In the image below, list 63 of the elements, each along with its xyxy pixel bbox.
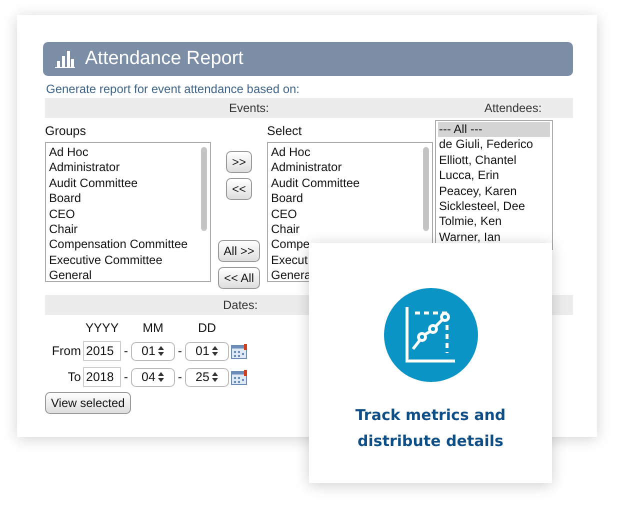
groups-label: Groups	[45, 124, 86, 138]
bar-chart-icon	[55, 50, 75, 68]
spinner-icon[interactable]	[212, 346, 218, 356]
list-item[interactable]: Chair	[49, 222, 78, 238]
list-item[interactable]: Ad Hoc	[271, 145, 310, 160]
column-heading: DD	[196, 321, 218, 335]
list-item[interactable]: Audit Committee	[271, 176, 360, 192]
list-item[interactable]: Administrator	[271, 160, 342, 176]
list-item[interactable]: CEO	[49, 206, 76, 222]
list-item[interactable]: Execut	[271, 252, 308, 268]
transfer-button[interactable]: >>	[226, 151, 252, 173]
spinner-icon[interactable]	[212, 372, 218, 382]
month-select[interactable]: 04	[131, 368, 175, 386]
year-field[interactable]: 2015	[83, 341, 121, 361]
events-label: Events:	[228, 101, 270, 115]
list-item[interactable]: Ad Hoc	[49, 145, 88, 160]
calendar-icon[interactable]	[231, 344, 248, 358]
attendee-item[interactable]: Sicklesteel, Dee	[438, 199, 550, 214]
transfer-button[interactable]: << All	[218, 267, 260, 289]
promo-text: Track metrics and distribute details	[354, 405, 507, 452]
dash: -	[122, 344, 130, 358]
view-selected-button[interactable]: View selected	[45, 392, 131, 414]
select-label: Select	[267, 124, 302, 138]
attendee-item[interactable]: Lucca, Erin	[438, 168, 550, 184]
dash: -	[122, 370, 130, 384]
dash: -	[176, 370, 184, 384]
attendee-item[interactable]: Tolmie, Ken	[438, 214, 550, 230]
transfer-button[interactable]: <<	[226, 178, 252, 200]
spinner-icon[interactable]	[158, 372, 164, 382]
attendees-label: Attendees:	[483, 101, 543, 115]
list-item[interactable]: Compensation Committee	[49, 237, 188, 253]
list-item[interactable]: CEO	[271, 206, 298, 222]
list-item[interactable]: General	[49, 268, 92, 281]
spinner-icon[interactable]	[158, 346, 164, 356]
date-row-label: To	[66, 370, 82, 384]
intro-text: Generate report for event attendance based on:	[46, 82, 301, 96]
attendee-item[interactable]: Elliott, Chantel	[438, 152, 550, 168]
list-item[interactable]: Compe	[271, 237, 310, 253]
attendee-item[interactable]: Peacey, Karen	[438, 184, 550, 200]
dash: -	[176, 344, 184, 358]
attendee-item[interactable]: de Giuli, Federico	[438, 137, 550, 153]
groups-list[interactable]: Ad Hoc Administrator Audit Committee Board CEO Chair Compensation Committee Executive Committee General	[45, 142, 211, 282]
scrollbar[interactable]	[201, 147, 207, 231]
year-field[interactable]: 2018	[83, 367, 121, 387]
date-row-label: From	[50, 344, 82, 358]
day-select[interactable]: 25	[185, 368, 229, 386]
column-heading: MM	[142, 321, 164, 335]
list-item[interactable]: Board	[271, 191, 304, 207]
list-item[interactable]: Chair	[271, 222, 300, 238]
attendee-item[interactable]: --- All ---	[438, 122, 550, 138]
day-select[interactable]: 01	[185, 342, 229, 360]
dates-label: Dates:	[223, 298, 258, 312]
column-heading: YYYY	[84, 321, 120, 335]
list-item[interactable]: Administrator	[49, 160, 120, 176]
report-title: Attendance Report	[85, 48, 244, 70]
transfer-button[interactable]: All >>	[218, 240, 260, 262]
calendar-icon[interactable]	[231, 370, 248, 384]
list-item[interactable]: Executive Committee	[49, 252, 162, 268]
attendee-item[interactable]: Warner, Ian	[438, 230, 550, 246]
list-item[interactable]: Board	[49, 191, 82, 207]
list-item[interactable]: Audit Committee	[49, 176, 138, 192]
month-select[interactable]: 01	[131, 342, 175, 360]
scrollbar[interactable]	[423, 147, 429, 231]
